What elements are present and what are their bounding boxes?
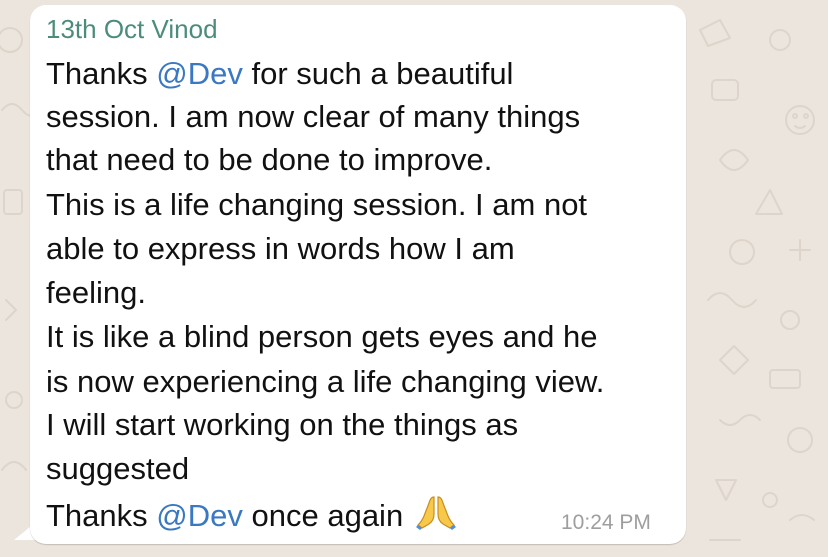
message-line-6: feeling. bbox=[46, 275, 146, 310]
message-text: Thanks bbox=[46, 498, 157, 533]
message-timestamp: 10:24 PM bbox=[561, 511, 651, 534]
message-line-3: that need to be done to improve. bbox=[46, 142, 493, 177]
mention-link[interactable]: @Dev bbox=[156, 498, 243, 533]
message-text: for such a beautiful bbox=[242, 56, 514, 91]
message-line-1: Thanks @Dev for such a beautiful bbox=[46, 55, 513, 93]
folded-hands-emoji bbox=[415, 494, 456, 539]
message-line-2: session. I am now clear of many things bbox=[46, 99, 581, 134]
message-text: Thanks bbox=[46, 56, 157, 91]
message-line-4: This is a life changing session. I am no… bbox=[46, 187, 588, 222]
message-text: once again bbox=[242, 498, 412, 533]
message-line-11: Thanks @Dev once again bbox=[46, 494, 456, 539]
message-line-7: It is like a blind person gets eyes and … bbox=[46, 319, 598, 354]
mention-link[interactable]: @Dev bbox=[156, 56, 243, 91]
message-line-9: I will start working on the things as bbox=[46, 407, 519, 442]
message-line-10: suggested bbox=[46, 451, 190, 486]
sender-name[interactable]: 13th Oct Vinod bbox=[46, 12, 218, 46]
message-line-5: able to express in words how I am bbox=[46, 231, 515, 266]
message-line-8: is now experiencing a life changing view… bbox=[46, 364, 605, 399]
